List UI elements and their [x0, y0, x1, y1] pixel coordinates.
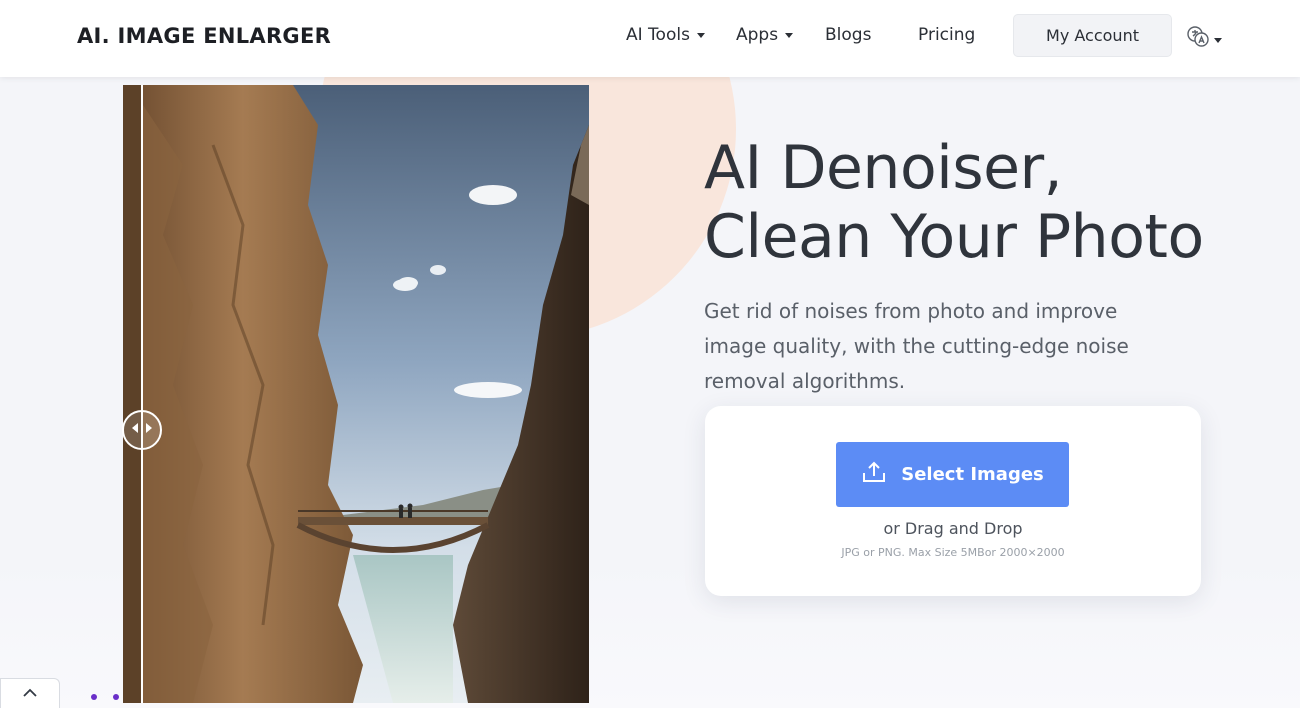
- upload-icon: [861, 459, 887, 490]
- nav-ai-tools-label: AI Tools: [626, 25, 690, 45]
- file-requirements-hint: JPG or PNG. Max Size 5MBor 2000×2000: [841, 546, 1065, 559]
- before-after-image[interactable]: [123, 85, 589, 703]
- page-title: AI Denoiser, Clean Your Photo: [704, 133, 1204, 272]
- select-images-label: Select Images: [901, 464, 1044, 485]
- drag-drop-text: or Drag and Drop: [883, 519, 1023, 538]
- carousel-dot[interactable]: [113, 694, 119, 700]
- nav-apps[interactable]: Apps: [736, 25, 794, 45]
- nav-apps-label: Apps: [736, 25, 779, 45]
- site-logo[interactable]: AI. IMAGE ENLARGER: [77, 24, 331, 48]
- nav-blogs[interactable]: Blogs: [825, 25, 871, 45]
- chevron-down-icon: [1214, 38, 1222, 43]
- my-account-button[interactable]: My Account: [1013, 14, 1172, 57]
- upload-dropzone[interactable]: Select Images or Drag and Drop JPG or PN…: [705, 406, 1201, 596]
- language-selector[interactable]: [1186, 24, 1222, 53]
- carousel-dot[interactable]: [91, 694, 97, 700]
- nav-pricing-label: Pricing: [918, 25, 976, 45]
- cliff-walkway-bridge-photo: [123, 85, 589, 703]
- arrows-horizontal-icon: [130, 421, 154, 440]
- select-images-button[interactable]: Select Images: [836, 442, 1069, 507]
- carousel-dots: [91, 694, 119, 700]
- nav-blogs-label: Blogs: [825, 25, 872, 45]
- chevron-down-icon: [696, 32, 705, 38]
- translate-icon: [1186, 24, 1210, 53]
- nav-ai-tools[interactable]: AI Tools: [626, 25, 705, 45]
- site-header: AI. IMAGE ENLARGER AI Tools Apps Blogs P…: [0, 0, 1300, 77]
- chevron-up-icon: [22, 685, 38, 703]
- compare-slider-handle[interactable]: [122, 410, 162, 450]
- scroll-to-top-button[interactable]: [0, 678, 60, 708]
- chevron-down-icon: [785, 32, 794, 38]
- compare-divider-line: [141, 85, 143, 703]
- page-description: Get rid of noises from photo and improve…: [704, 299, 1129, 393]
- nav-pricing[interactable]: Pricing: [918, 25, 975, 45]
